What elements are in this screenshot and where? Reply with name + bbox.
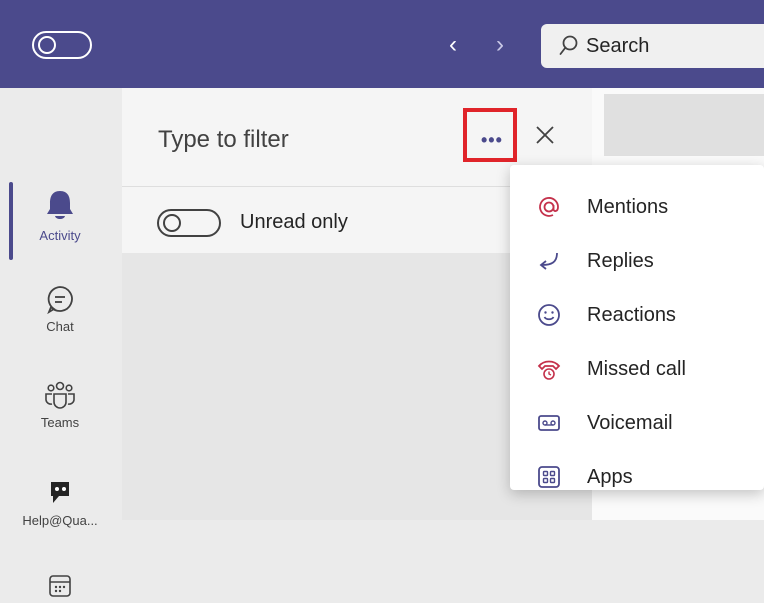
smiley-icon xyxy=(538,304,560,326)
rail-item-activity[interactable]: Activity xyxy=(0,187,120,243)
rail-label-teams: Teams xyxy=(40,415,80,430)
search-icon xyxy=(559,35,578,55)
menu-label-replies: Replies xyxy=(587,250,654,272)
menu-label-reactions: Reactions xyxy=(587,304,676,326)
missed-call-icon xyxy=(537,360,561,380)
rail-label-activity: Activity xyxy=(39,228,81,243)
more-options-icon: ••• xyxy=(481,130,503,150)
forward-arrow-icon[interactable]: › xyxy=(496,30,504,60)
mention-icon xyxy=(539,197,559,217)
unread-only-toggle[interactable] xyxy=(157,209,221,237)
reply-icon xyxy=(539,252,558,270)
search-placeholder: Search xyxy=(586,35,650,57)
menu-label-voicemail: Voicemail xyxy=(587,412,673,434)
search-input[interactable]: Search xyxy=(541,24,764,68)
help-bot-icon xyxy=(51,482,69,503)
menu-item-reactions[interactable]: Reactions xyxy=(510,291,764,341)
unread-only-label: Unread only xyxy=(240,211,348,233)
content-card xyxy=(604,94,764,156)
rail-item-calendar[interactable] xyxy=(0,574,120,603)
menu-item-apps[interactable]: Apps xyxy=(510,453,764,503)
filter-options-menu: Mentions Replies Reactions Missed call V… xyxy=(510,165,764,490)
top-toggle-switch[interactable] xyxy=(32,31,92,59)
top-bar: ‹ › Search xyxy=(0,0,764,88)
menu-label-mentions: Mentions xyxy=(587,196,669,218)
apps-icon xyxy=(538,466,560,488)
menu-item-replies[interactable]: Replies xyxy=(510,237,764,287)
rail-label-help: Help@Qua... xyxy=(22,513,98,528)
menu-item-voicemail[interactable]: Voicemail xyxy=(510,399,764,449)
menu-item-missed-call[interactable]: Missed call xyxy=(510,345,764,395)
voicemail-icon xyxy=(538,415,560,431)
more-options-button[interactable]: ••• xyxy=(463,108,517,162)
rail-item-chat[interactable]: Chat xyxy=(0,284,120,334)
rail-item-teams[interactable]: Teams xyxy=(0,380,120,430)
menu-label-apps: Apps xyxy=(587,466,633,488)
rail-item-help[interactable]: Help@Qua... xyxy=(0,478,120,528)
rail-label-chat: Chat xyxy=(46,319,74,334)
app-rail: Activity Chat Teams Help@Qua... xyxy=(0,88,120,597)
menu-label-missed-call: Missed call xyxy=(587,358,686,380)
teams-icon xyxy=(45,381,75,409)
bell-icon xyxy=(47,191,73,219)
menu-item-mentions[interactable]: Mentions xyxy=(510,183,764,233)
chat-icon xyxy=(47,286,73,315)
back-arrow-icon[interactable]: ‹ xyxy=(449,30,457,60)
filter-input[interactable]: Type to filter xyxy=(158,126,289,154)
calendar-icon xyxy=(49,575,71,597)
close-icon[interactable] xyxy=(532,122,558,148)
